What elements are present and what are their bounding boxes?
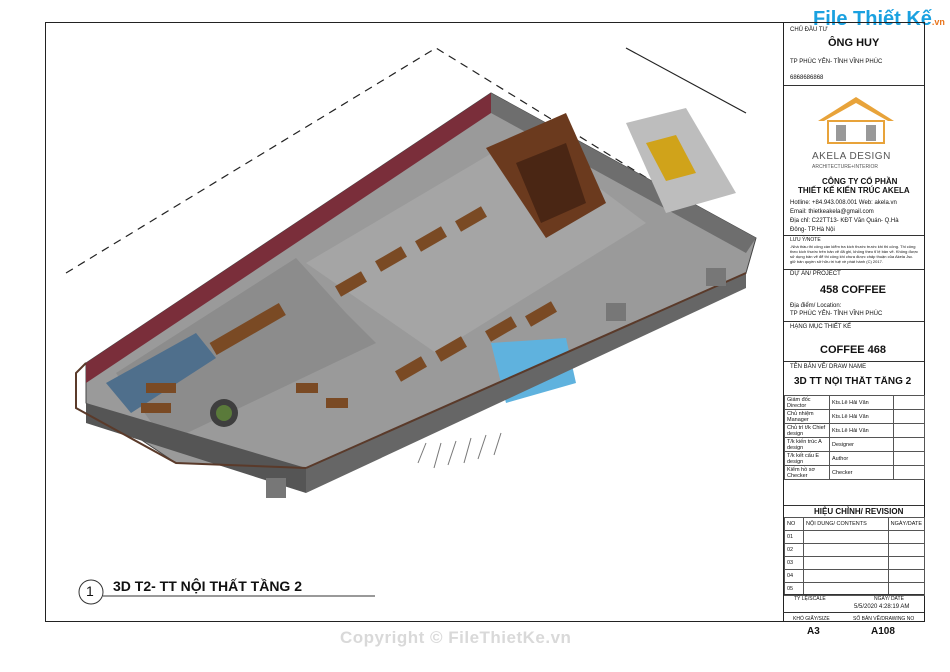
staff-role: T/k kiến trúc A design [784, 437, 830, 452]
table-row: Giám đốc Director Kts.Lê Hải Văn [784, 395, 925, 410]
drawing-no-label: SỐ BẢN VẼ/DRAWING NO [853, 616, 915, 622]
email: Email: thietkeakela@gmail.com [790, 209, 874, 215]
size-value: A3 [807, 626, 820, 637]
revision-label: HIỆU CHỈNH/ REVISION [814, 507, 904, 516]
rev-no: 03 [784, 556, 804, 570]
staff-sign [893, 465, 925, 480]
staff-role: Kiểm hồ sơ Checker [784, 465, 830, 480]
staff-table: Giám đốc Director Kts.Lê Hải Văn Chủ nhiệ… [784, 395, 925, 480]
table-row: Chủ nhiệm Manager Kts.Lê Hải Văn [784, 409, 925, 424]
staff-role: Giám đốc Director [784, 395, 830, 410]
view-label: 1 3D T2- TT NỘI THẤT TẦNG 2 [75, 578, 385, 613]
staff-name: Author [829, 451, 894, 466]
date-value: 5/5/2020 4:28:19 AM [854, 604, 910, 610]
staff-sign [893, 451, 925, 466]
rev-header: NGÀY/DATE [887, 517, 926, 531]
staff-name: Kts.Lê Hải Văn [829, 423, 894, 438]
title-block: CHỦ ĐẦU TƯ ÔNG HUY TP PHÚC YÊN- TỈNH VĨN… [783, 23, 926, 621]
staff-sign [893, 437, 925, 452]
size-label: KHỔ GIẤY/SIZE [793, 616, 830, 622]
category-label: HẠNG MỤC THIẾT KẾ [790, 324, 852, 330]
akela-logo-icon [818, 97, 894, 144]
table-row: T/k kiến trúc A design Designer [784, 437, 925, 452]
rev-header: NỘI DUNG/ CONTENTS [803, 517, 889, 531]
staff-name: Kts.Lê Hải Văn [829, 395, 894, 410]
table-row: 04 [784, 569, 926, 583]
owner-phone: 6868686868 [790, 75, 824, 81]
rev-no: 01 [784, 530, 804, 544]
logo-name: AKELA DESIGN [812, 151, 891, 162]
category-value: COFFEE 468 [820, 344, 887, 356]
table-row: Kiểm hồ sơ Checker Checker [784, 465, 925, 480]
staff-role: T/k kết cấu E design [784, 451, 830, 466]
table-row: 02 [784, 543, 926, 557]
staff-role: Chủ trì t/k Chief design [784, 423, 830, 438]
revision-table: NO NỘI DUNG/ CONTENTS NGÀY/DATE 01 02 03 0… [784, 517, 926, 596]
staff-sign [893, 395, 925, 410]
drawing-name-label: TÊN BẢN VẼ/ DRAW NAME [790, 364, 867, 370]
staff-name: Kts.Lê Hải Văn [829, 409, 894, 424]
project-label: DỰ ÁN/ PROJECT [790, 271, 841, 277]
note-label: LƯU Ý/NOTE [790, 237, 821, 243]
company-line1: CÔNG TY CỔ PHẦN [822, 177, 898, 186]
table-row: 01 [784, 530, 926, 544]
address-line1: Địa chỉ: C22TT13- KĐT Văn Quán- Q.Hà [790, 218, 899, 224]
address-line2: Đông- TP.Hà Nội [790, 227, 835, 233]
owner-label: CHỦ ĐẦU TƯ [790, 27, 828, 33]
hotline: Hotline: +84.943.008.001 Web: akela.vn [790, 200, 897, 206]
rev-no: 02 [784, 543, 804, 557]
owner-name: ÔNG HUY [828, 37, 880, 49]
table-row: T/k kết cấu E design Author [784, 451, 925, 466]
staff-sign [893, 423, 925, 438]
view-number: 1 [86, 583, 94, 599]
logo-tagline: ARCHITECTURE+INTERIOR [812, 164, 878, 170]
date-label: NGÀY/ DATE [874, 596, 904, 602]
staff-name: Checker [829, 465, 894, 480]
scale-label: TỶ LỆ/SCALE [794, 596, 826, 602]
site-logo-suffix: .vn [931, 17, 945, 27]
location-label: Địa điểm/ Location: [790, 303, 842, 309]
rev-no: 04 [784, 569, 804, 583]
staff-name: Designer [829, 437, 894, 452]
table-row: Chủ trì t/k Chief design Kts.Lê Hải Văn [784, 423, 925, 438]
copyright-watermark: Copyright © FileThietKe.vn [340, 628, 572, 647]
staff-role: Chủ nhiệm Manager [784, 409, 830, 424]
company-line2: THIẾT KẾ KIẾN TRÚC AKELA [798, 186, 910, 195]
table-row: NO NỘI DUNG/ CONTENTS NGÀY/DATE [784, 517, 926, 531]
location-value: TP PHÚC YÊN- TỈNH VĨNH PHÚC [790, 311, 883, 317]
sheet-footer: KHỔ GIẤY/SIZE SỐ BẢN VẼ/DRAWING NO A3 A1… [783, 612, 924, 643]
project-name: 458 COFFEE [820, 284, 887, 296]
staff-sign [893, 409, 925, 424]
isometric-floor-render [65, 47, 757, 498]
note-text: -Nhà thầu thi công cần kiểm tra kích thư… [790, 244, 919, 264]
owner-location: TP PHÚC YÊN- TỈNH VĨNH PHÚC [790, 59, 883, 65]
drawing-name-value: 3D TT NỘI THẤT TẦNG 2 [794, 376, 912, 387]
rev-header: NO [784, 517, 804, 531]
drawing-no-value: A108 [871, 626, 895, 637]
table-row: 03 [784, 556, 926, 570]
view-title: 3D T2- TT NỘI THẤT TẦNG 2 [113, 578, 302, 594]
